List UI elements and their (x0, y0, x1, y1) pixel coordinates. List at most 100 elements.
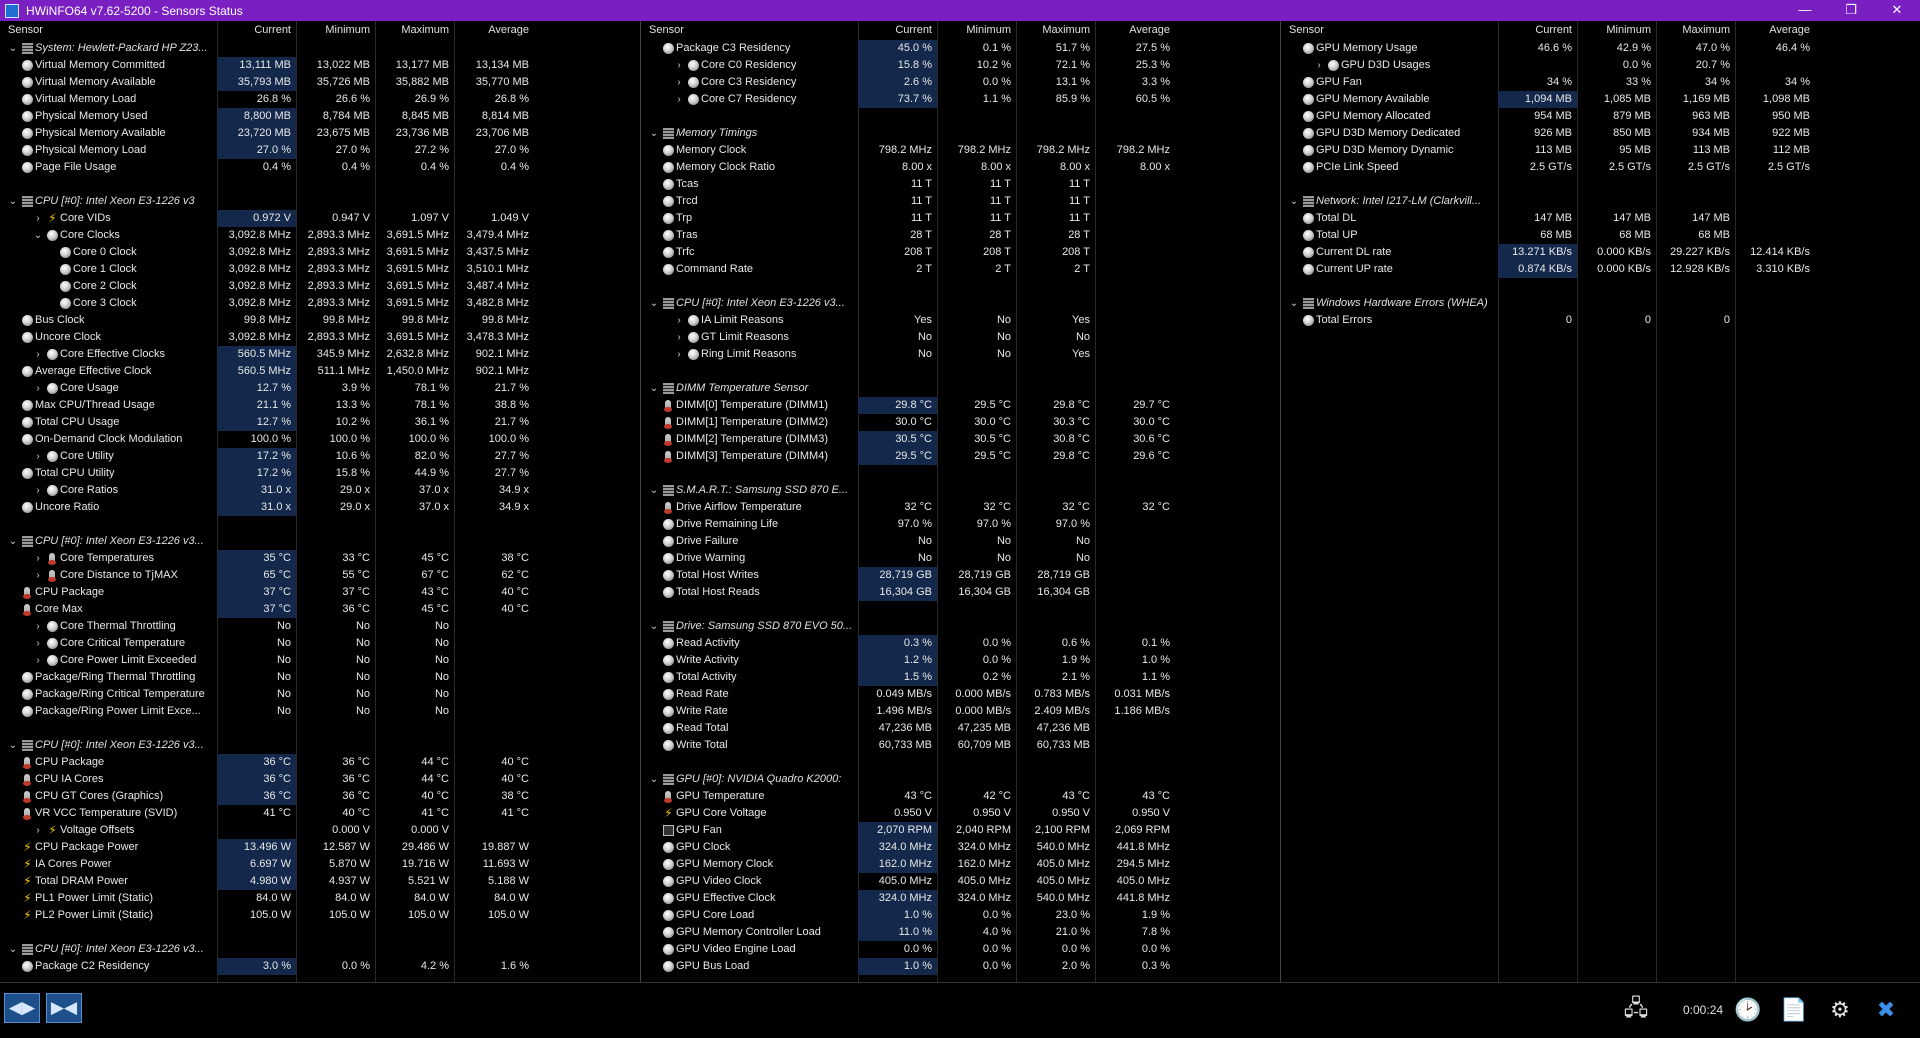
sensor-row[interactable]: Virtual Memory Committed 13,111 MB 13,022 … (0, 57, 640, 74)
sensor-row[interactable]: Physical Memory Available 23,720 MB 23,675… (0, 125, 640, 142)
sensor-row[interactable]: Uncore Clock 3,092.8 MHz 2,893.3 MHz 3,691.… (0, 329, 640, 346)
collapse-chevron-icon[interactable]: ⌄ (1289, 295, 1299, 312)
sensor-row[interactable]: Total CPU Usage 12.7 % 10.2 % 36.1 % 21.7 % (0, 414, 640, 431)
sensor-row[interactable]: Memory Clock Ratio 8.00 x 8.00 x 8.00 x 8.00… (641, 159, 1280, 176)
sensor-group-row[interactable]: ⌄ S.M.A.R.T.: Samsung SSD 870 E... (641, 482, 1280, 499)
sensor-row[interactable]: Virtual Memory Available 35,793 MB 35,726 … (0, 74, 640, 91)
sensor-row[interactable]: Virtual Memory Load 26.8 % 26.6 % 26.9 % 26.… (0, 91, 640, 108)
sensor-row[interactable]: Read Rate 0.049 MB/s 0.000 MB/s 0.783 MB/s 0… (641, 686, 1280, 703)
column-header-sensor[interactable]: Sensor (649, 21, 849, 40)
sensor-group-row[interactable]: ⌄ Memory Timings (641, 125, 1280, 142)
expand-panels-button[interactable]: ◀▶ (4, 993, 40, 1023)
collapse-chevron-icon[interactable]: ⌄ (33, 227, 43, 244)
sensor-row[interactable]: Write Activity 1.2 % 0.0 % 1.9 % 1.0 % (641, 652, 1280, 669)
sensor-row[interactable]: Bus Clock 99.8 MHz 99.8 MHz 99.8 MHz 99.8 MH… (0, 312, 640, 329)
sensor-row[interactable]: Read Total 47,236 MB 47,235 MB 47,236 MB (641, 720, 1280, 737)
sensor-group-row[interactable]: ⌄ System: Hewlett-Packard HP Z23... (0, 40, 640, 57)
sensor-row[interactable]: GPU Memory Usage 46.6 % 42.9 % 47.0 % 46.4 % (1281, 40, 1920, 57)
sensor-row[interactable]: › GPU D3D Usages 0.0 % 20.7 % (1281, 57, 1920, 74)
column-header-maximum[interactable]: Maximum (1656, 21, 1735, 40)
sensor-row[interactable]: ⚡ PL1 Power Limit (Static) 84.0 W 84.0 W 84.… (0, 890, 640, 907)
expand-chevron-icon[interactable]: › (33, 380, 43, 397)
sensor-row[interactable]: Total UP 68 MB 68 MB 68 MB (1281, 227, 1920, 244)
sensor-row[interactable]: ⌄ Core Clocks 3,092.8 MHz 2,893.3 MHz 3,691.… (0, 227, 640, 244)
expand-chevron-icon[interactable]: › (674, 57, 684, 74)
sensor-row[interactable]: Trcd 11 T 11 T 11 T (641, 193, 1280, 210)
sensor-row[interactable]: Drive Remaining Life 97.0 % 97.0 % 97.0 % (641, 516, 1280, 533)
sensor-row[interactable]: › Core Usage 12.7 % 3.9 % 78.1 % 21.7 % (0, 380, 640, 397)
sensor-row[interactable]: Drive Warning No No No (641, 550, 1280, 567)
column-header-sensor[interactable]: Sensor (8, 21, 208, 40)
sensor-row[interactable]: GPU Effective Clock 324.0 MHz 324.0 MHz 540… (641, 890, 1280, 907)
collapse-chevron-icon[interactable]: ⌄ (649, 125, 659, 142)
sensor-row[interactable]: DIMM[1] Temperature (DIMM2) 30.0 °C 30.0 °… (641, 414, 1280, 431)
sensor-row[interactable]: Core 1 Clock 3,092.8 MHz 2,893.3 MHz 3,691.… (0, 261, 640, 278)
sensor-panel-right[interactable]: Sensor Current Minimum Maximum Average GPU Me… (1281, 21, 1920, 982)
sensor-row[interactable]: Total Host Writes 28,719 GB 28,719 GB 28,71… (641, 567, 1280, 584)
sensor-row[interactable]: Core 2 Clock 3,092.8 MHz 2,893.3 MHz 3,691.… (0, 278, 640, 295)
collapse-chevron-icon[interactable]: ⌄ (649, 482, 659, 499)
collapse-chevron-icon[interactable]: ⌄ (649, 380, 659, 397)
collapse-chevron-icon[interactable]: ⌄ (649, 618, 659, 635)
column-header-minimum[interactable]: Minimum (937, 21, 1016, 40)
sensor-row[interactable]: › Core Critical Temperature No No No (0, 635, 640, 652)
sensor-row[interactable]: GPU Core Load 1.0 % 0.0 % 23.0 % 1.9 % (641, 907, 1280, 924)
expand-chevron-icon[interactable]: › (33, 618, 43, 635)
expand-chevron-icon[interactable]: › (1314, 57, 1324, 74)
sensor-row[interactable]: › Core Utility 17.2 % 10.6 % 82.0 % 27.7 % (0, 448, 640, 465)
sensor-row[interactable]: Write Rate 1.496 MB/s 0.000 MB/s 2.409 MB/s… (641, 703, 1280, 720)
sensor-row[interactable]: CPU Package 37 °C 37 °C 43 °C 40 °C (0, 584, 640, 601)
sensor-row[interactable]: Memory Clock 798.2 MHz 798.2 MHz 798.2 MHz 7… (641, 142, 1280, 159)
sensor-group-row[interactable]: ⌄ CPU [#0]: Intel Xeon E3-1226 v3 (0, 193, 640, 210)
sensor-row[interactable]: › Core C7 Residency 73.7 % 1.1 % 85.9 % 60.5 … (641, 91, 1280, 108)
sensor-row[interactable]: Total Errors 0 0 0 (1281, 312, 1920, 329)
sensor-row[interactable]: GPU Bus Load 1.0 % 0.0 % 2.0 % 0.3 % (641, 958, 1280, 975)
column-header-maximum[interactable]: Maximum (375, 21, 454, 40)
expand-chevron-icon[interactable]: › (674, 91, 684, 108)
sensor-row[interactable]: › GT Limit Reasons No No No (641, 329, 1280, 346)
sensor-row[interactable]: › Core C0 Residency 15.8 % 10.2 % 72.1 % 25.3… (641, 57, 1280, 74)
restore-button[interactable]: ❐ (1828, 0, 1874, 21)
sensor-row[interactable]: Write Total 60,733 MB 60,709 MB 60,733 MB (641, 737, 1280, 754)
sensor-row[interactable]: PCIe Link Speed 2.5 GT/s 2.5 GT/s 2.5 GT/s 2… (1281, 159, 1920, 176)
sensor-row[interactable]: › ⚡ Core VIDs 0.972 V 0.947 V 1.097 V 1.049 V (0, 210, 640, 227)
expand-chevron-icon[interactable]: › (33, 635, 43, 652)
column-header-minimum[interactable]: Minimum (296, 21, 375, 40)
sensor-row[interactable]: CPU Package 36 °C 36 °C 44 °C 40 °C (0, 754, 640, 771)
sensor-row[interactable]: › Core Ratios 31.0 x 29.0 x 37.0 x 34.9 x (0, 482, 640, 499)
sensor-row[interactable]: Physical Memory Load 27.0 % 27.0 % 27.2 % 27… (0, 142, 640, 159)
sensor-row[interactable]: VR VCC Temperature (SVID) 41 °C 40 °C 41 °C… (0, 805, 640, 822)
sensor-group-row[interactable]: ⌄ GPU [#0]: NVIDIA Quadro K2000: (641, 771, 1280, 788)
expand-chevron-icon[interactable]: › (674, 329, 684, 346)
collapse-chevron-icon[interactable]: ⌄ (8, 737, 18, 754)
sensor-row[interactable]: Total CPU Utility 17.2 % 15.8 % 44.9 % 27.7 … (0, 465, 640, 482)
sensor-row[interactable]: Total DL 147 MB 147 MB 147 MB (1281, 210, 1920, 227)
sensor-row[interactable]: Drive Airflow Temperature 32 °C 32 °C 32 °C… (641, 499, 1280, 516)
sensor-row[interactable]: Package C2 Residency 3.0 % 0.0 % 4.2 % 1.6 % (0, 958, 640, 975)
sensor-row[interactable]: ⚡ CPU Package Power 13.496 W 12.587 W 29.486… (0, 839, 640, 856)
sensor-row[interactable]: Current UP rate 0.874 KB/s 0.000 KB/s 12.92… (1281, 261, 1920, 278)
settings-button[interactable]: ⚙ (1821, 993, 1859, 1027)
sensor-row[interactable]: GPU D3D Memory Dynamic 113 MB 95 MB 113 MB 1… (1281, 142, 1920, 159)
sensor-row[interactable]: GPU Memory Available 1,094 MB 1,085 MB 1,16… (1281, 91, 1920, 108)
sensor-row[interactable]: GPU Memory Controller Load 11.0 % 4.0 % 21.… (641, 924, 1280, 941)
expand-chevron-icon[interactable]: › (674, 74, 684, 91)
expand-chevron-icon[interactable]: › (33, 652, 43, 669)
column-header-minimum[interactable]: Minimum (1577, 21, 1656, 40)
minimize-button[interactable]: — (1782, 0, 1828, 21)
sensor-row[interactable]: › Core Temperatures 35 °C 33 °C 45 °C 38 °C (0, 550, 640, 567)
sensor-group-row[interactable]: ⌄ CPU [#0]: Intel Xeon E3-1226 v3... (0, 737, 640, 754)
sensor-row[interactable]: GPU Video Engine Load 0.0 % 0.0 % 0.0 % 0.0 … (641, 941, 1280, 958)
sensor-row[interactable]: GPU Fan 2,070 RPM 2,040 RPM 2,100 RPM 2,069 … (641, 822, 1280, 839)
column-header-sensor[interactable]: Sensor (1289, 21, 1489, 40)
sensor-row[interactable]: ⚡ Total DRAM Power 4.980 W 4.937 W 5.521 W 5.… (0, 873, 640, 890)
sensor-row[interactable]: Current DL rate 13.271 KB/s 0.000 KB/s 29.2… (1281, 244, 1920, 261)
sensor-row[interactable]: › Core Thermal Throttling No No No (0, 618, 640, 635)
sensor-row[interactable]: GPU Temperature 43 °C 42 °C 43 °C 43 °C (641, 788, 1280, 805)
sensor-row[interactable]: Trfc 208 T 208 T 208 T (641, 244, 1280, 261)
column-header-current[interactable]: Current (217, 21, 296, 40)
sensor-row[interactable]: GPU Clock 324.0 MHz 324.0 MHz 540.0 MHz 441.… (641, 839, 1280, 856)
column-header-current[interactable]: Current (1498, 21, 1577, 40)
sensor-row[interactable]: GPU Memory Allocated 954 MB 879 MB 963 MB 95… (1281, 108, 1920, 125)
collapse-chevron-icon[interactable]: ⌄ (8, 533, 18, 550)
